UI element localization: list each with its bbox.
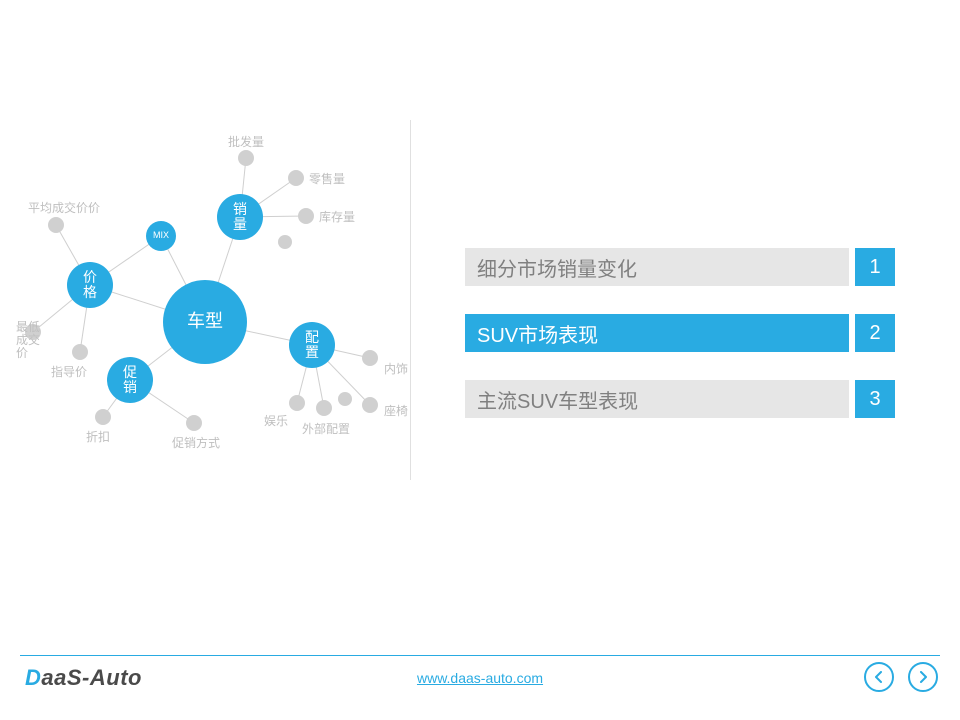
leaf-discount [95,409,111,425]
toc-item-label: 细分市场销量变化 [465,248,849,286]
leaf-entertain-label: 娱乐 [264,412,288,429]
chevron-left-icon [873,671,885,683]
leaf-decorative [278,235,292,249]
prev-button[interactable] [864,662,894,692]
leaf-ext-config-label: 外部配置 [302,420,350,437]
leaf-min-price-label: 最低 成交 价 [16,321,40,361]
node-center-label: 车型 [187,312,223,332]
node-sales: 销 量 [217,194,263,240]
footer-link-anchor[interactable]: www.daas-auto.com [417,670,543,686]
leaf-inventory [298,208,314,224]
leaf-msrp [72,344,88,360]
leaf-avg-price [48,217,64,233]
node-config: 配 置 [289,322,335,368]
leaf-decorative [338,392,352,406]
leaf-promo-method [186,415,202,431]
leaf-wholesale-label: 批发量 [228,133,264,150]
vertical-divider [410,120,411,480]
node-sales-label: 销 量 [233,202,247,233]
leaf-interior-label: 内饰 [384,360,408,377]
leaf-discount-label: 折扣 [86,428,110,445]
leaf-ext-config [316,400,332,416]
node-config-label: 配 置 [305,330,319,361]
node-center: 车型 [163,280,247,364]
node-price-label: 价 格 [83,270,97,301]
chevron-right-icon [917,671,929,683]
node-price: 价 格 [67,262,113,308]
leaf-retail-label: 零售量 [309,170,345,187]
leaf-wholesale [238,150,254,166]
toc-item-number: 1 [855,248,895,286]
toc-item-1[interactable]: 细分市场销量变化 1 [465,248,895,286]
node-promo-label: 促 销 [123,365,137,396]
toc-item-number: 2 [855,314,895,352]
mindmap-diagram: 车型 价 格 销 量 配 置 促 销 MIX 平均成交价价 最低 成交 价 指导… [0,0,410,600]
node-promo: 促 销 [107,357,153,403]
leaf-seat [362,397,378,413]
toc-item-2[interactable]: SUV市场表现 2 [465,314,895,352]
toc: 细分市场销量变化 1 SUV市场表现 2 主流SUV车型表现 3 [465,248,895,446]
toc-item-number: 3 [855,380,895,418]
leaf-seat-label: 座椅 [384,402,408,419]
nav-buttons [864,662,938,692]
leaf-msrp-label: 指导价 [51,363,87,380]
leaf-retail [288,170,304,186]
toc-item-label: SUV市场表现 [465,314,849,352]
leaf-avg-price-label: 平均成交价价 [28,199,100,216]
leaf-promo-method-label: 促销方式 [172,434,220,451]
leaf-inventory-label: 库存量 [319,208,355,225]
node-mix: MIX [146,221,176,251]
node-mix-label: MIX [153,231,169,241]
footer-link: www.daas-auto.com [0,670,960,686]
toc-item-label: 主流SUV车型表现 [465,380,849,418]
slide: 细分市场销量变化 1 SUV市场表现 2 主流SUV车型表现 3 [0,0,960,720]
next-button[interactable] [908,662,938,692]
toc-item-3[interactable]: 主流SUV车型表现 3 [465,380,895,418]
footer-divider [20,655,940,656]
leaf-interior [362,350,378,366]
leaf-entertain [289,395,305,411]
